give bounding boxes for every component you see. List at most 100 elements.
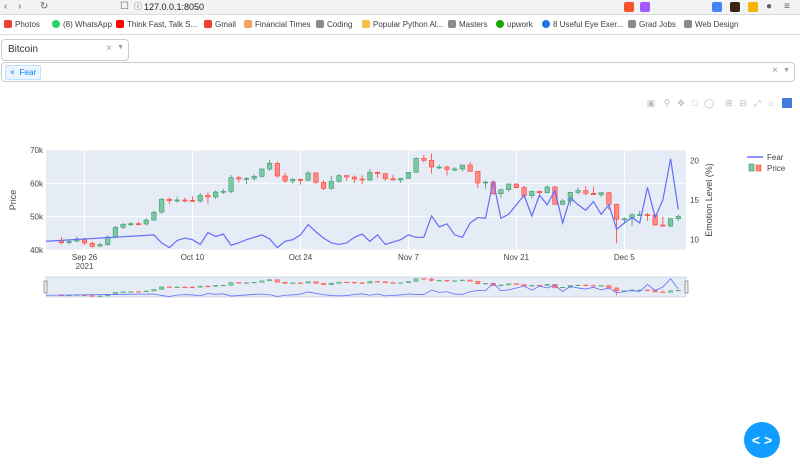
remove-tag-icon[interactable]: × — [10, 68, 15, 77]
clear-all-icon[interactable]: × — [772, 65, 778, 76]
reload-icon[interactable]: ↻ — [40, 1, 48, 13]
candle-body — [128, 291, 134, 293]
whatsapp-icon — [52, 20, 60, 28]
candle-body — [205, 285, 211, 287]
plotly-logo-icon[interactable] — [782, 98, 792, 108]
legend-label: Price — [767, 164, 786, 173]
bookmark-gmail[interactable]: Gmail — [204, 19, 236, 30]
box-select-icon[interactable]: □ — [690, 98, 700, 108]
legend-item[interactable]: Fear — [747, 153, 784, 162]
extension-icon[interactable] — [730, 2, 740, 12]
bookmark-icon[interactable]: ☐ — [120, 1, 129, 13]
forward-arrow-icon[interactable]: › — [18, 1, 21, 13]
pan-icon[interactable]: ✥ — [676, 98, 686, 108]
zoom-out-icon[interactable]: ⊟ — [738, 98, 748, 108]
candle-body — [421, 158, 427, 161]
candle-body — [251, 282, 257, 284]
candle-body — [228, 282, 234, 286]
candle-body — [544, 186, 550, 193]
candle-body — [290, 282, 296, 284]
chevron-down-icon[interactable]: ▼ — [783, 67, 790, 74]
price-fear-chart: 40k 50k 60k 70k Sep 262021 Oct 10 Oct 24 Nov 7 N… — [8, 146, 786, 298]
candle-body — [590, 193, 597, 195]
financial-times-icon — [244, 20, 252, 28]
bulb-icon — [362, 20, 370, 28]
home-reset-icon[interactable]: ⌂ — [766, 98, 776, 108]
x-tick-label: Sep 26 — [72, 253, 98, 262]
bookmark-web-design[interactable]: Web Design — [684, 19, 738, 30]
candle-body — [583, 284, 589, 286]
address-bar[interactable]: 127.0.0.1:8050 — [144, 1, 204, 13]
candle-body — [475, 281, 481, 284]
zoom-in-icon[interactable]: ⊞ — [724, 98, 734, 108]
candle-body — [213, 285, 219, 287]
checkmark-extension-icon[interactable] — [748, 2, 758, 12]
y-tick-label: 40k — [30, 246, 44, 255]
candle-body — [398, 282, 404, 284]
candle-body — [336, 175, 342, 182]
candle-body — [351, 282, 357, 284]
bookmark-whatsapp[interactable]: (8) WhatsApp — [52, 19, 112, 30]
candle-body — [390, 178, 396, 181]
candle-body — [452, 168, 458, 171]
candle-body — [359, 282, 365, 284]
bookmark-photos[interactable]: Photos — [4, 19, 40, 30]
camera-icon[interactable]: ▣ — [646, 98, 656, 108]
chevron-down-icon[interactable]: ▼ — [117, 44, 124, 51]
candle-body — [614, 204, 620, 220]
candle-body — [498, 189, 504, 194]
candle-body — [467, 279, 473, 282]
candle-body — [136, 291, 141, 293]
zoom-icon[interactable]: ⚲ — [662, 98, 672, 108]
puzzle-extensions-icon[interactable]: ● — [766, 1, 772, 13]
bookmark-upwork[interactable]: upwork — [496, 19, 533, 30]
candle-body — [120, 224, 126, 228]
candle-body — [321, 283, 327, 285]
candle-body — [174, 286, 180, 288]
bookmark-financial-times[interactable]: Financial Times — [244, 19, 311, 30]
candle-body — [660, 291, 666, 293]
brave-shield-icon[interactable] — [624, 2, 634, 12]
candle-body — [560, 286, 566, 289]
bookmark-coding[interactable]: Coding — [316, 19, 352, 30]
back-arrow-icon[interactable]: ‹ — [4, 1, 7, 13]
bookmark-grad-jobs[interactable]: Grad Jobs — [628, 19, 676, 30]
candle-body — [243, 178, 250, 180]
candle-body — [89, 295, 95, 297]
plot-background — [46, 150, 686, 250]
site-info-icon[interactable]: ⓘ — [134, 1, 142, 13]
candle-body — [205, 195, 211, 198]
range-handle-left — [43, 280, 48, 294]
translate-extension-icon[interactable] — [712, 2, 722, 12]
y-tick-label: 70k — [30, 146, 44, 155]
candle-body — [143, 219, 149, 225]
candle-body — [151, 289, 157, 292]
candle-body — [498, 284, 504, 286]
candle-body — [375, 172, 381, 174]
bookmark-think-fast[interactable]: Think Fast, Talk S... — [116, 19, 197, 30]
legend-item[interactable]: Price — [748, 163, 786, 173]
brave-rewards-icon[interactable] — [640, 2, 650, 12]
bookmark-masters[interactable]: Masters — [448, 19, 487, 30]
folder-icon — [684, 20, 692, 28]
candle-body — [606, 192, 612, 205]
candle-body — [560, 200, 566, 205]
candle-body — [359, 178, 365, 181]
folder-icon — [316, 20, 324, 28]
code-toggle-button[interactable]: < > — [744, 422, 780, 458]
candle-body — [644, 214, 650, 216]
autoscale-icon[interactable]: ⤢ — [752, 98, 762, 108]
candle-body — [413, 158, 419, 173]
indicator-multiselect[interactable]: × Fear × ▼ — [1, 62, 795, 82]
candle-body — [575, 284, 581, 286]
bookmark-popular-python[interactable]: Popular Python Al... — [362, 19, 443, 30]
candle-body — [668, 218, 674, 227]
lasso-select-icon[interactable]: ◯ — [704, 98, 714, 108]
coin-dropdown[interactable]: Bitcoin × ▼ — [1, 39, 129, 61]
bookmark-eye-exercises[interactable]: 8 Useful Eye Exer... — [542, 19, 623, 30]
clear-icon[interactable]: × — [106, 43, 112, 54]
menu-icon[interactable]: ≡ — [784, 1, 790, 13]
candle-body — [675, 216, 681, 219]
y2-axis-title: Emotion Level (%) — [704, 163, 714, 237]
candle-body — [644, 289, 650, 291]
